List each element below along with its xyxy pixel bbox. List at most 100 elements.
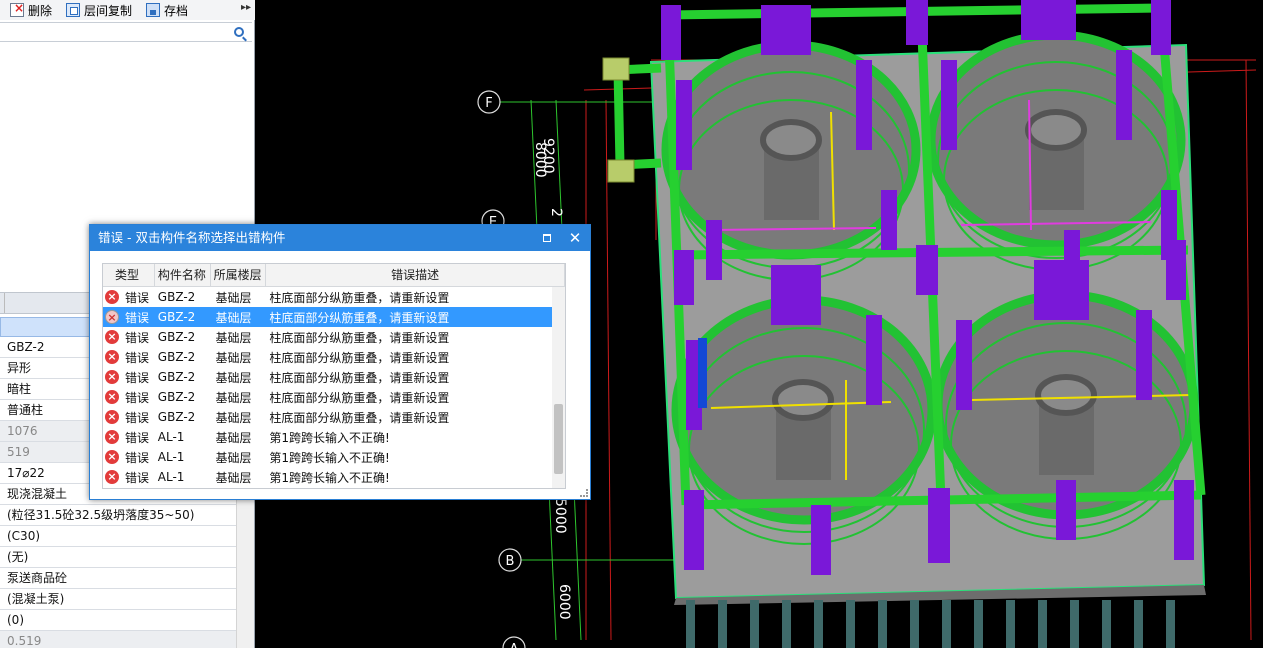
error-type-cell: × 错误 (103, 289, 155, 306)
error-row[interactable]: × 错误 AL-1 基础层 第1跨跨长输入不正确! (103, 467, 565, 487)
error-table: 类型 构件名称 所属楼层 错误描述 × 错误 GBZ-2 基础层 柱底面部分纵筋重叠，请… (102, 263, 566, 489)
error-type-cell: × 错误 (103, 449, 155, 466)
error-icon: × (105, 310, 119, 324)
floor-cell: 基础层 (215, 410, 252, 425)
error-icon: × (105, 410, 119, 424)
component-toolbar: 删除 层间复制 存档 ▸▸ (0, 0, 255, 20)
error-icon: × (105, 290, 119, 304)
error-type-text: 错误 (125, 410, 150, 425)
component-name-cell[interactable]: GBZ-2 (155, 370, 211, 384)
maximize-button[interactable] (534, 225, 560, 251)
error-dialog: 错误 - 双击构件名称选择出错构件 ✕ 类型 构件名称 所属楼层 错误描述 × 错… (89, 224, 591, 500)
error-type-text: 错误 (125, 310, 150, 325)
error-icon: × (105, 430, 119, 444)
error-type-text: 错误 (125, 450, 150, 465)
col-desc-header[interactable]: 错误描述 (266, 264, 565, 286)
save-label: 存档 (164, 3, 189, 18)
scrollbar-thumb[interactable] (554, 404, 563, 474)
error-icon: × (105, 470, 119, 484)
component-name-cell[interactable]: GBZ-2 (155, 410, 211, 424)
axis-label-a: A (510, 642, 519, 648)
property-value-row[interactable]: (0) (0, 610, 236, 631)
axis-label-b: B (506, 554, 515, 569)
error-type-cell: × 错误 (103, 369, 155, 386)
close-button[interactable]: ✕ (562, 225, 588, 251)
col-name-header[interactable]: 构件名称 (155, 264, 211, 286)
error-row[interactable]: × 错误 AL-1 基础层 第1跨跨长输入不正确! (103, 427, 565, 447)
error-desc-cell: 柱底面部分纵筋重叠，请重新设置 (269, 350, 450, 365)
dialog-title: 错误 - 双击构件名称选择出错构件 (98, 230, 286, 245)
component-name-cell[interactable]: AL-1 (155, 450, 211, 464)
error-type-text: 错误 (125, 390, 150, 405)
property-value-row[interactable]: 0.519 (0, 631, 236, 648)
error-row[interactable]: × 错误 GBZ-2 基础层 柱底面部分纵筋重叠，请重新设置 (103, 347, 565, 367)
error-table-body: × 错误 GBZ-2 基础层 柱底面部分纵筋重叠，请重新设置 × 错误 GBZ-2 基础层 柱底面… (103, 287, 565, 487)
error-icon: × (105, 350, 119, 364)
component-name-cell[interactable]: GBZ-2 (155, 310, 211, 324)
error-row[interactable]: × 错误 GBZ-2 基础层 柱底面部分纵筋重叠，请重新设置 (103, 407, 565, 427)
component-name-cell[interactable]: GBZ-2 (155, 330, 211, 344)
property-value-row[interactable]: (无) (0, 547, 236, 568)
resize-grip-icon[interactable] (580, 489, 588, 497)
floor-cell: 基础层 (215, 370, 252, 385)
floor-cell: 基础层 (215, 430, 252, 445)
maximize-icon (543, 233, 551, 242)
property-value-row[interactable]: (C30) (0, 526, 236, 547)
floor-cell: 基础层 (215, 330, 252, 345)
dimension-5000: 5000 (552, 498, 568, 534)
error-row[interactable]: × 错误 GBZ-2 基础层 柱底面部分纵筋重叠，请重新设置 (103, 387, 565, 407)
delete-button[interactable]: 删除 (6, 1, 56, 19)
error-desc-cell: 柱底面部分纵筋重叠，请重新设置 (269, 410, 450, 425)
error-type-text: 错误 (125, 370, 150, 385)
copy-floor-button[interactable]: 层间复制 (62, 1, 136, 19)
error-type-cell: × 错误 (103, 309, 155, 326)
component-name-cell[interactable]: GBZ-2 (155, 390, 211, 404)
error-icon: × (105, 450, 119, 464)
dimension-2: 2 (548, 208, 564, 217)
dialog-title-bar[interactable]: 错误 - 双击构件名称选择出错构件 ✕ (90, 225, 590, 251)
error-desc-cell: 第1跨跨长输入不正确! (269, 430, 390, 445)
error-icon: × (105, 330, 119, 344)
error-type-cell: × 错误 (103, 329, 155, 346)
error-desc-cell: 柱底面部分纵筋重叠，请重新设置 (269, 310, 450, 325)
column-splitter[interactable] (0, 293, 5, 313)
error-row[interactable]: × 错误 GBZ-2 基础层 柱底面部分纵筋重叠，请重新设置 (103, 367, 565, 387)
error-type-cell: × 错误 (103, 409, 155, 426)
error-type-text: 错误 (125, 330, 150, 345)
copy-icon (66, 3, 81, 17)
floor-cell: 基础层 (215, 290, 252, 305)
error-icon: × (105, 390, 119, 404)
error-icon: × (105, 370, 119, 384)
error-type-cell: × 错误 (103, 469, 155, 486)
error-row[interactable]: × 错误 AL-1 基础层 第1跨跨长输入不正确! (103, 447, 565, 467)
component-name-cell[interactable]: AL-1 (155, 430, 211, 444)
floor-cell: 基础层 (215, 470, 252, 485)
error-table-scrollbar[interactable] (552, 287, 565, 488)
error-type-text: 错误 (125, 350, 150, 365)
error-desc-cell: 柱底面部分纵筋重叠，请重新设置 (269, 330, 450, 345)
error-row[interactable]: × 错误 GBZ-2 基础层 柱底面部分纵筋重叠，请重新设置 (103, 307, 565, 327)
property-value-row[interactable]: (混凝土泵) (0, 589, 236, 610)
dimension-8000: 8000 (532, 142, 548, 178)
toolbar-overflow-icon[interactable]: ▸▸ (241, 2, 251, 13)
component-name-cell[interactable]: GBZ-2 (155, 290, 211, 304)
error-row[interactable]: × 错误 GBZ-2 基础层 柱底面部分纵筋重叠，请重新设置 (103, 327, 565, 347)
component-name-cell[interactable]: AL-1 (155, 470, 211, 484)
error-desc-cell: 柱底面部分纵筋重叠，请重新设置 (269, 390, 450, 405)
property-value-row[interactable]: 泵送商品砼 (0, 568, 236, 589)
error-type-cell: × 错误 (103, 349, 155, 366)
error-row[interactable]: × 错误 GBZ-2 基础层 柱底面部分纵筋重叠，请重新设置 (103, 287, 565, 307)
component-name-cell[interactable]: GBZ-2 (155, 350, 211, 364)
col-floor-header[interactable]: 所属楼层 (211, 264, 267, 286)
floor-cell: 基础层 (215, 310, 252, 325)
floor-cell: 基础层 (215, 350, 252, 365)
col-type-header[interactable]: 类型 (103, 264, 155, 286)
error-desc-cell: 第1跨跨长输入不正确! (269, 470, 390, 485)
save-button[interactable]: 存档 (142, 1, 192, 19)
component-search-input[interactable] (0, 22, 252, 42)
search-icon[interactable] (234, 27, 244, 37)
property-value-row[interactable]: (粒径31.5砼32.5级坍落度35~50) (0, 505, 236, 526)
error-desc-cell: 柱底面部分纵筋重叠，请重新设置 (269, 290, 450, 305)
save-icon (146, 3, 161, 17)
axis-label-f: F (485, 96, 492, 111)
